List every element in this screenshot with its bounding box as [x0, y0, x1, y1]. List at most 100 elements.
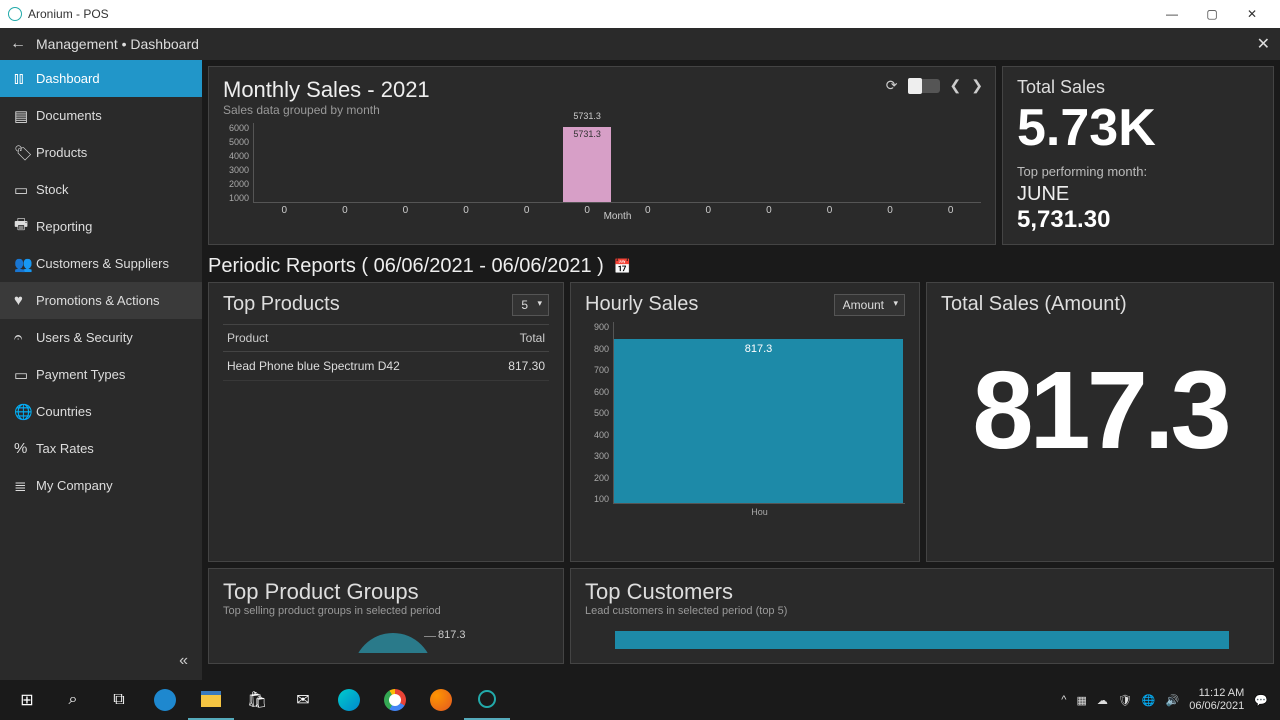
col-product: Product [223, 325, 484, 352]
customer-bar [615, 631, 1229, 649]
firefox-icon[interactable] [418, 680, 464, 720]
tray-chevron-icon[interactable]: ^ [1061, 694, 1066, 706]
sidebar-item-stock[interactable]: ▭Stock [0, 171, 202, 208]
people-icon: 👥 [14, 255, 36, 273]
sidebar-item-countries[interactable]: 🌐Countries [0, 393, 202, 430]
prev-button[interactable]: ❮ [950, 77, 962, 94]
groups-title: Top Product Groups [223, 579, 549, 605]
edge2-icon[interactable] [326, 680, 372, 720]
app-logo-icon [8, 7, 22, 21]
sidebar-item-company[interactable]: ≣My Company [0, 467, 202, 504]
top-products-limit-select[interactable]: 5 [512, 294, 549, 316]
start-button[interactable]: ⊞ [4, 680, 50, 720]
monthly-sales-card: ⟳ ❮ ❯ Monthly Sales - 2021 Sales data gr… [208, 66, 996, 245]
sidebar-item-label: Tax Rates [36, 441, 94, 456]
total-amount-value: 817.3 [941, 356, 1259, 466]
top-products-title: Top Products [223, 293, 340, 316]
sidebar-item-documents[interactable]: ▤Documents [0, 97, 202, 134]
top-month-label: Top performing month: [1017, 164, 1259, 179]
hourly-chart: 900800700600500400300200100 817.3 Hou [585, 322, 905, 522]
sidebar-item-tax[interactable]: %Tax Rates [0, 430, 202, 467]
window-title: Aronium - POS [28, 7, 109, 21]
tag-icon: 🏷 [14, 144, 36, 162]
print-icon: 🖶 [14, 214, 36, 239]
taskbar-time: 11:12 AM [1189, 687, 1244, 700]
total-amount-title: Total Sales (Amount) [941, 293, 1259, 316]
tray-network-icon[interactable]: 🌐 [1142, 694, 1156, 707]
sidebar-item-label: Customers & Suppliers [36, 256, 169, 271]
sidebar-item-reporting[interactable]: 🖶Reporting [0, 208, 202, 245]
sidebar-item-products[interactable]: 🏷Products [0, 134, 202, 171]
next-button[interactable]: ❯ [971, 77, 983, 94]
doc-icon: ▤ [14, 107, 36, 125]
mail-icon[interactable]: ✉ [280, 680, 326, 720]
monthly-title: Monthly Sales - 2021 [223, 77, 981, 103]
hourly-yaxis: 900800700600500400300200100 [585, 322, 613, 522]
aronium-taskbar-icon[interactable] [464, 680, 510, 720]
close-view-button[interactable]: ✕ [1257, 34, 1270, 54]
sidebar-item-users[interactable]: 𝄐Users & Security [0, 319, 202, 356]
table-row[interactable]: Head Phone blue Spectrum D42817.30 [223, 352, 549, 381]
explorer-icon[interactable] [188, 680, 234, 720]
hourly-title: Hourly Sales [585, 293, 698, 316]
chart-toggle[interactable] [908, 79, 940, 93]
notifications-icon[interactable]: 💬 [1254, 694, 1268, 707]
tray-defender-icon[interactable]: 🛡 [1118, 694, 1132, 707]
sidebar-item-label: Documents [36, 108, 102, 123]
globe-icon: 🌐 [14, 403, 36, 421]
sidebar-item-dashboard[interactable]: ⫾⫾Dashboard [0, 60, 202, 97]
list-icon: ≣ [14, 477, 36, 495]
total-sales-value: 5.73K [1017, 102, 1259, 154]
key-icon: 𝄐 [14, 329, 36, 346]
refresh-button[interactable]: ⟳ [886, 77, 898, 94]
hourly-bar: 817.3 [614, 339, 903, 503]
header-bar: ← Management • Dashboard ✕ [0, 28, 1280, 60]
sidebar-item-promotions[interactable]: ♥Promotions & Actions [0, 282, 202, 319]
search-button[interactable]: ⌕ [50, 680, 96, 720]
customers-bar-row [585, 631, 1259, 649]
tray-onedrive-icon[interactable]: ☁ [1097, 694, 1108, 707]
sidebar-item-payment[interactable]: ▭Payment Types [0, 356, 202, 393]
heart-icon: ♥ [14, 292, 36, 309]
taskbar-date: 06/06/2021 [1189, 700, 1244, 713]
breadcrumb: Management • Dashboard [36, 36, 199, 52]
top-month-amount: 5,731.30 [1017, 206, 1259, 234]
product-groups-card: Top Product Groups Top selling product g… [208, 568, 564, 664]
top-customers-card: Top Customers Lead customers in selected… [570, 568, 1274, 664]
store-icon[interactable]: 🛍 [234, 680, 280, 720]
tray-volume-icon[interactable]: 🔊 [1166, 694, 1180, 707]
monthly-yaxis: 600050004000300020001000 [223, 123, 253, 223]
sidebar: ⫾⫾Dashboard ▤Documents 🏷Products ▭Stock … [0, 60, 202, 680]
total-sales-card: Total Sales 5.73K Top performing month: … [1002, 66, 1274, 245]
taskbar-clock[interactable]: 11:12 AM 06/06/2021 [1189, 687, 1244, 713]
hourly-xlabel: Hou [751, 507, 768, 517]
monthly-chart: 600050004000300020001000 000005731.35731… [223, 123, 981, 223]
edge-icon[interactable] [142, 680, 188, 720]
taskview-button[interactable]: ⧉ [96, 680, 142, 720]
sidebar-item-customers[interactable]: 👥Customers & Suppliers [0, 245, 202, 282]
hourly-mode-select[interactable]: Amount [834, 294, 905, 316]
sidebar-item-label: Stock [36, 182, 69, 197]
bars-icon: ⫾⫾ [14, 70, 36, 87]
close-window-button[interactable]: ✕ [1232, 7, 1272, 21]
percent-icon: % [14, 440, 36, 457]
customers-title: Top Customers [585, 579, 1259, 605]
taskbar: ⊞ ⌕ ⧉ 🛍 ✉ ^ ▦ ☁ 🛡 🌐 🔊 11:12 AM 06/06/202… [0, 680, 1280, 720]
sidebar-item-label: Users & Security [36, 330, 133, 345]
tray-app-icon[interactable]: ▦ [1076, 694, 1086, 707]
minimize-button[interactable]: — [1152, 7, 1192, 21]
pie-slice [353, 633, 433, 673]
pie-label: 817.3 [438, 629, 466, 641]
collapse-sidebar-button[interactable]: « [0, 642, 202, 680]
hourly-sales-card: Hourly Sales Amount 90080070060050040030… [570, 282, 920, 562]
chrome-icon[interactable] [372, 680, 418, 720]
customers-subtitle: Lead customers in selected period (top 5… [585, 605, 1259, 617]
periodic-title: Periodic Reports ( 06/06/2021 - 06/06/20… [208, 255, 604, 278]
main-content: ⟳ ❮ ❯ Monthly Sales - 2021 Sales data gr… [202, 60, 1280, 680]
system-tray: ^ ▦ ☁ 🛡 🌐 🔊 11:12 AM 06/06/2021 💬 [1061, 687, 1276, 713]
back-button[interactable]: ← [10, 35, 26, 53]
sidebar-item-label: Products [36, 145, 87, 160]
calendar-icon[interactable]: 📅 [614, 258, 631, 275]
monthly-subtitle: Sales data grouped by month [223, 103, 981, 117]
maximize-button[interactable]: ▢ [1192, 7, 1232, 21]
